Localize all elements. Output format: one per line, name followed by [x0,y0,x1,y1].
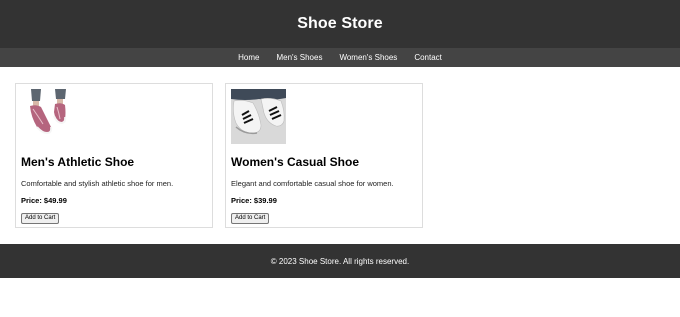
add-to-cart-button[interactable]: Add to Cart [231,213,270,224]
nav-link-mens-shoes[interactable]: Men's Shoes [276,48,322,67]
site-title: Shoe Store [297,15,383,32]
product-name: Men's Athletic Shoe [21,155,135,169]
product-card: Men's Athletic Shoe Comfortable and styl… [15,83,213,228]
nav-link-contact[interactable]: Contact [414,48,442,67]
nav-link-womens-shoes[interactable]: Women's Shoes [339,48,397,67]
site-header: Shoe Store [0,0,680,48]
white-sneaker-image [231,89,286,144]
product-grid: Men's Athletic Shoe Comfortable and styl… [0,67,680,244]
main-nav: Home Men's Shoes Women's Shoes Contact [0,48,680,67]
product-description: Elegant and comfortable casual shoe for … [231,179,394,188]
product-name: Women's Casual Shoe [231,155,359,169]
add-to-cart-button[interactable]: Add to Cart [21,213,60,224]
pink-sneaker-icon [21,89,76,144]
product-price: Price: $49.99 [21,196,67,205]
nav-link-home[interactable]: Home [238,48,259,67]
product-price: Price: $39.99 [231,196,277,205]
copyright-text: © 2023 Shoe Store. All rights reserved. [270,256,410,266]
product-description: Comfortable and stylish athletic shoe fo… [21,179,174,188]
site-footer: © 2023 Shoe Store. All rights reserved. [0,244,680,278]
product-card: Women's Casual Shoe Elegant and comforta… [225,83,423,228]
white-sneaker-icon [231,89,286,144]
pink-sneaker-image [21,89,76,144]
